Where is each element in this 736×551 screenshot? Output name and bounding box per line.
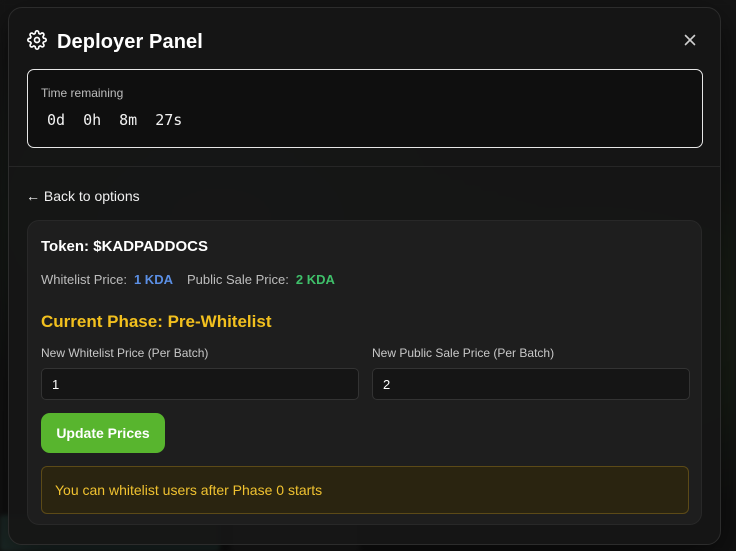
countdown-days: 0d [47, 111, 66, 129]
phase-notice: You can whitelist users after Phase 0 st… [41, 466, 689, 514]
current-prices: Whitelist Price: 1 KDA Public Sale Price… [41, 272, 335, 287]
panel-title: Deployer Panel [57, 31, 203, 53]
countdown-seconds: 27s [155, 111, 183, 129]
whitelist-price-value: 1 KDA [133, 272, 173, 287]
countdown-hours: 0h [83, 111, 102, 129]
time-remaining-box: Time remaining 0d 0h 8m 27s [27, 69, 703, 148]
whitelist-price-input[interactable] [41, 368, 359, 400]
public-price-input[interactable] [372, 368, 690, 400]
divider [9, 166, 720, 167]
token-price-card: Token: $KADPADDOCS Whitelist Price: 1 KD… [27, 220, 702, 525]
time-remaining-label: Time remaining [41, 86, 124, 100]
whitelist-price-field-label: New Whitelist Price (Per Batch) [41, 346, 209, 360]
public-price-value: 2 KDA [295, 272, 335, 287]
public-price-label: Public Sale Price: [186, 272, 289, 287]
whitelist-price-label: Whitelist Price: [41, 272, 127, 287]
back-to-options-link[interactable]: ← Back to options [26, 188, 140, 204]
countdown: 0d 0h 8m 27s [47, 111, 182, 129]
panel-header: Deployer Panel [27, 30, 203, 55]
public-price-field-label: New Public Sale Price (Per Batch) [372, 346, 555, 360]
current-phase: Current Phase: Pre-Whitelist [41, 312, 272, 331]
token-name: Token: $KADPADDOCS [41, 238, 208, 255]
gear-icon [27, 30, 47, 55]
countdown-minutes: 8m [119, 111, 138, 129]
close-icon[interactable] [682, 32, 698, 48]
deployer-panel-modal: Deployer Panel Time remaining 0d 0h 8m 2… [8, 7, 721, 545]
update-prices-button[interactable]: Update Prices [41, 413, 165, 453]
